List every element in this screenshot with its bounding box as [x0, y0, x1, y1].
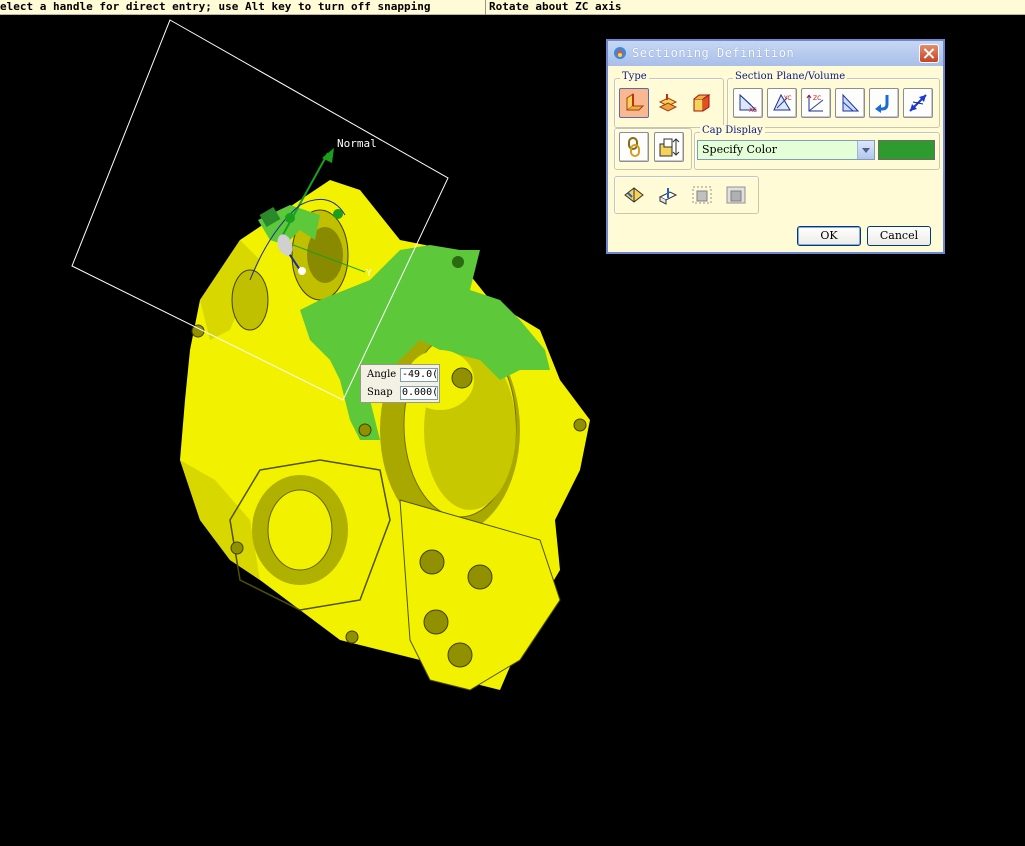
cancel-button[interactable]: Cancel [867, 226, 931, 246]
app-icon [614, 47, 626, 59]
clip-settings-icon [659, 138, 680, 157]
axis-y-label: Y [366, 268, 372, 279]
section-option-3-button[interactable] [687, 180, 717, 210]
section-cut-button[interactable] [653, 180, 683, 210]
angle-label: Angle [367, 369, 397, 380]
box-icon [693, 94, 711, 112]
normal-handle-label: Normal [337, 137, 377, 150]
dialog-titlebar[interactable]: Sectioning Definition [608, 41, 943, 66]
angle-entry-box: Angle -49.0( Snap 0.000( [360, 364, 440, 403]
status-divider [485, 0, 486, 15]
section-plane-group-label: Section Plane/Volume [733, 71, 848, 82]
section-view-button[interactable] [619, 180, 649, 210]
chevron-down-icon[interactable] [857, 141, 874, 159]
link-icon [628, 137, 640, 157]
section-cut-icon [658, 188, 678, 205]
section-option-3-icon [692, 186, 712, 204]
flip-plane-button[interactable] [903, 88, 933, 118]
dialog-title: Sectioning Definition [632, 46, 795, 60]
plane-yc-button[interactable]: YC [767, 88, 797, 118]
status-hint: Rotate about ZC axis [489, 0, 622, 13]
status-bar: elect a handle for direct entry; use Alt… [0, 0, 1025, 15]
one-plane-icon [626, 93, 645, 111]
plane-general-icon [842, 93, 860, 112]
sectioning-definition-dialog: Sectioning Definition Type Section Plane… [606, 39, 945, 254]
plane-yc-label: YC [783, 95, 792, 102]
snap-label: Snap [367, 387, 393, 398]
snap-input[interactable]: 0.000( [400, 386, 438, 400]
cap-display-value: Specify Color [702, 143, 777, 156]
clip-settings-button[interactable] [654, 132, 684, 162]
cap-display-select[interactable]: Specify Color [697, 140, 875, 160]
ok-button[interactable]: OK [797, 226, 861, 246]
part-model [180, 180, 590, 691]
reverse-arrow-icon [875, 95, 889, 113]
flip-arrows-icon [909, 94, 927, 112]
plane-zc-label: ZC [813, 95, 821, 102]
section-option-4-button[interactable] [721, 180, 751, 210]
cap-display-label: Cap Display [700, 125, 765, 136]
link-button[interactable] [619, 132, 649, 162]
close-button[interactable] [919, 44, 939, 63]
angle-input[interactable]: -49.0( [400, 368, 438, 382]
plane-xc-button[interactable]: XC [733, 88, 763, 118]
type-group-label: Type [620, 71, 649, 82]
status-prompt: elect a handle for direct entry; use Alt… [0, 0, 431, 13]
cap-color-swatch[interactable] [878, 140, 935, 160]
section-view-icon [624, 187, 644, 203]
plane-general-button[interactable] [835, 88, 865, 118]
box-section-button[interactable] [687, 88, 717, 118]
section-option-4-icon [726, 186, 746, 204]
one-plane-button[interactable] [619, 88, 649, 118]
plane-yc-icon: YC [773, 93, 792, 111]
two-planes-icon [658, 94, 678, 112]
reverse-direction-button[interactable] [869, 88, 899, 118]
plane-xc-icon: XC [739, 93, 758, 114]
two-planes-button[interactable] [653, 88, 683, 118]
plane-xc-label: XC [749, 107, 757, 114]
plane-zc-icon: ZC [806, 94, 824, 112]
plane-zc-button[interactable]: ZC [801, 88, 831, 118]
